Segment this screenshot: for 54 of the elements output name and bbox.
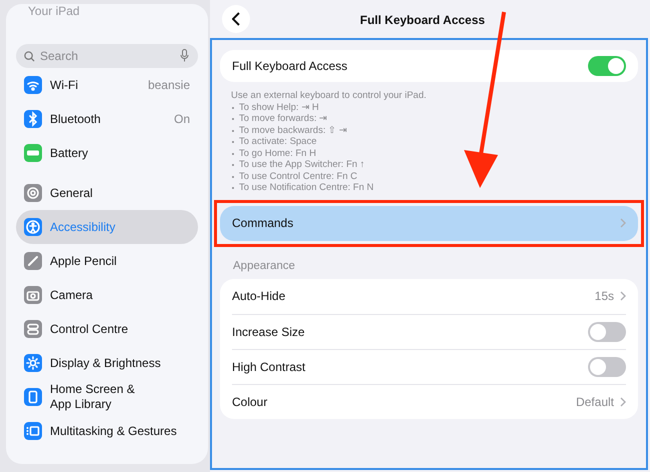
toggle-switch[interactable] xyxy=(588,56,626,76)
windows-icon xyxy=(24,422,42,440)
setting-label: Increase Size xyxy=(232,324,305,341)
shortcut-text: To move forwards: ⇥ xyxy=(239,113,328,124)
wifi-icon xyxy=(24,76,42,94)
setting-value: 15s xyxy=(594,288,614,306)
page-title: Full Keyboard Access xyxy=(360,12,485,29)
shortcut-text: To activate: Space xyxy=(239,136,317,148)
shortcut-text: To go Home: Fn H xyxy=(239,148,316,159)
sidebar-item[interactable]: Control Centre xyxy=(16,312,198,346)
setting-label: High Contrast xyxy=(232,358,306,376)
sidebar-header: Your iPad xyxy=(27,4,81,18)
item-value: beansie xyxy=(148,77,190,94)
sidebar-item[interactable]: Battery xyxy=(16,136,198,170)
sidebar-item[interactable]: Apple Pencil xyxy=(16,244,198,278)
pencil-icon xyxy=(24,252,42,270)
search-icon xyxy=(24,51,35,62)
search-field[interactable]: Search xyxy=(16,44,198,68)
bluetooth-icon xyxy=(24,110,42,128)
sun-icon xyxy=(24,354,42,372)
toggle-switch[interactable] xyxy=(588,322,626,342)
sidebar-item[interactable]: Camera xyxy=(16,278,198,312)
section-heading: Appearance xyxy=(232,258,296,274)
toggles-icon xyxy=(24,320,42,338)
setting-label: Colour xyxy=(232,394,268,411)
item-value: On xyxy=(174,111,190,128)
setting-value: Default xyxy=(576,394,614,411)
setting-label: Full Keyboard Access xyxy=(232,58,348,75)
sidebar-item[interactable]: Display & Brightness xyxy=(16,346,198,380)
sidebar-item[interactable]: General xyxy=(16,176,198,210)
shortcut-text: To use the App Switcher: Fn ↑ xyxy=(239,159,365,170)
shortcut-text: To show Help: ⇥ H xyxy=(239,102,319,113)
shortcut-text: To use Control Centre: Fn C xyxy=(239,170,358,182)
gear-icon xyxy=(24,184,42,202)
sidebar-item[interactable]: Home Screen & App Library xyxy=(16,380,198,414)
chevron-icon xyxy=(620,291,626,302)
phone-icon xyxy=(24,388,42,406)
toggle-switch[interactable] xyxy=(588,356,626,377)
microphone-icon[interactable] xyxy=(180,49,189,62)
shortcut-text: To use Notification Centre: Fn N xyxy=(239,182,374,194)
chevron-icon xyxy=(620,396,626,407)
setting-label: Auto-Hide xyxy=(232,288,286,306)
sidebar-item[interactable]: Bluetooth On xyxy=(16,102,198,136)
sidebar-item[interactable]: Wi-Fi beansie xyxy=(16,68,198,102)
sidebar-item[interactable]: Multitasking & Gestures xyxy=(16,414,198,448)
description-text: Use an external keyboard to control your iPad. xyxy=(231,90,428,102)
back-icon xyxy=(232,12,240,26)
person-icon xyxy=(24,218,42,236)
shortcut-text: To move backwards: ⇧ ⇥ xyxy=(239,124,347,136)
commands-row[interactable]: Commands xyxy=(220,206,638,240)
chevron-icon xyxy=(620,218,626,228)
battery-icon xyxy=(24,144,42,162)
back-button[interactable] xyxy=(222,5,250,33)
camera-icon xyxy=(24,286,42,304)
